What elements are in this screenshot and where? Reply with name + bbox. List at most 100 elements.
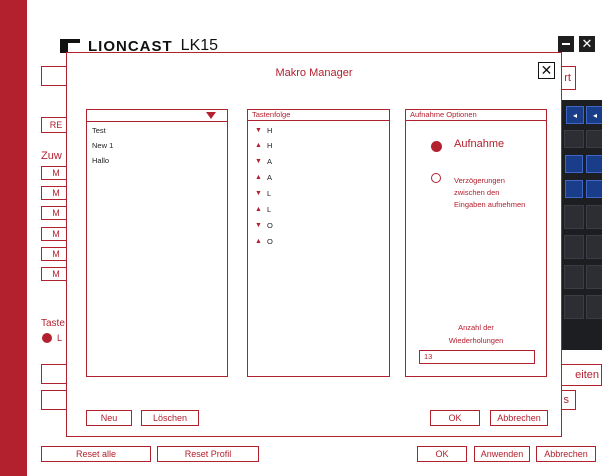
macro-list-panel: Test New 1 Hallo xyxy=(86,109,228,377)
key-icon xyxy=(586,180,602,198)
bg-macro-slot-label: M xyxy=(52,208,60,218)
key-icon xyxy=(586,265,602,289)
minimize-button[interactable] xyxy=(558,36,574,52)
repeat-label-line: Wiederholungen xyxy=(448,336,504,345)
key-icon xyxy=(586,295,602,319)
record-radio[interactable] xyxy=(431,141,442,152)
new-macro-label: Neu xyxy=(100,413,118,423)
minimize-icon xyxy=(562,43,570,45)
macro-list-item[interactable]: Test xyxy=(92,126,106,135)
key-up-icon: ▲ xyxy=(255,238,262,245)
bg-macro-slot-label: M xyxy=(52,249,60,259)
key-icon xyxy=(565,180,583,198)
sequence-key: O xyxy=(266,237,273,246)
bg-radio-label: L xyxy=(57,333,63,343)
bottom-ok-label: OK xyxy=(435,449,449,459)
key-icon xyxy=(586,205,602,229)
bg-macro-slot-label: M xyxy=(52,269,60,279)
record-options-header: Aufnahme Optionen xyxy=(406,110,546,121)
sequence-key: L xyxy=(266,205,272,214)
sequence-item[interactable]: ▲ A xyxy=(255,173,272,182)
sequence-item[interactable]: ▲ H xyxy=(255,141,272,150)
apply-label: Anwenden xyxy=(480,449,524,459)
apply-button[interactable]: Anwenden xyxy=(474,446,530,462)
sequence-item[interactable]: ▼ O xyxy=(255,221,273,230)
close-icon: ✕ xyxy=(581,36,593,51)
repeat-label-line: Anzahl der xyxy=(458,323,494,332)
dialog-title: Makro Manager xyxy=(275,67,353,79)
delete-macro-button[interactable]: Löschen xyxy=(141,410,199,426)
sequence-item[interactable]: ▲ O xyxy=(255,237,273,246)
key-icon xyxy=(564,235,584,259)
delay-radio[interactable] xyxy=(431,173,441,183)
key-icon xyxy=(564,130,584,148)
key-sequence-panel: Tastenfolge ▼ H ▲ H ▼ A ▲ A ▼ L ▲ L ▼ O ▲ O xyxy=(247,109,390,377)
reset-all-button[interactable]: Reset alle xyxy=(41,446,151,462)
keyboard-image: ◂ ◂ xyxy=(556,100,602,350)
macro-list-item[interactable]: New 1 xyxy=(92,141,113,150)
bg-macro-slot-label: M xyxy=(52,168,60,178)
macro-manager-dialog: Makro Manager ✕ Test New 1 Hallo Tastenf… xyxy=(66,52,562,437)
close-icon: ✕ xyxy=(540,62,553,78)
lioncast-logo-icon xyxy=(60,39,80,53)
dialog-close-button[interactable]: ✕ xyxy=(538,62,555,79)
key-down-icon: ▼ xyxy=(255,158,262,165)
bg-section-heading: Zuw xyxy=(41,150,62,162)
bg-macro-slot-label: M xyxy=(52,188,60,198)
bg-right-button-label: rt xyxy=(564,72,571,84)
key-icon xyxy=(564,265,584,289)
repeat-label: Anzahl der Wiederholungen xyxy=(406,321,546,347)
key-up-icon: ▲ xyxy=(255,174,262,181)
sequence-key: A xyxy=(266,157,272,166)
new-macro-button[interactable]: Neu xyxy=(86,410,132,426)
left-accent-bar xyxy=(0,0,27,476)
key-sequence-header: Tastenfolge xyxy=(248,110,389,121)
key-down-icon: ▼ xyxy=(255,127,262,134)
key-icon: ◂ xyxy=(566,106,584,124)
bg-macro-slot-label: M xyxy=(52,229,60,239)
sequence-item[interactable]: ▼ A xyxy=(255,157,272,166)
bg-record-label: RE xyxy=(49,120,63,130)
key-down-icon: ▼ xyxy=(255,190,262,197)
key-icon: ◂ xyxy=(586,106,602,124)
key-up-icon: ▲ xyxy=(255,206,262,213)
sequence-key: L xyxy=(266,189,272,198)
macro-dropdown[interactable] xyxy=(87,110,227,122)
reset-all-label: Reset alle xyxy=(75,449,117,459)
record-options-panel: Aufnahme Optionen Aufnahme Verzögerungen… xyxy=(405,109,547,377)
dialog-cancel-button[interactable]: Abbrechen xyxy=(490,410,548,426)
key-icon xyxy=(565,155,583,173)
chevron-down-icon xyxy=(206,112,216,119)
bottom-cancel-label: Abbrechen xyxy=(544,449,588,459)
delay-label-line: zwischen den xyxy=(454,188,500,197)
reset-profile-button[interactable]: Reset Profil xyxy=(157,446,259,462)
key-icon xyxy=(564,295,584,319)
key-icon xyxy=(586,235,602,259)
sequence-key: O xyxy=(266,221,273,230)
sequence-key: H xyxy=(266,126,273,135)
macro-list-item[interactable]: Hallo xyxy=(92,156,109,165)
bottom-ok-button[interactable]: OK xyxy=(417,446,467,462)
bg-radio-selected[interactable] xyxy=(42,333,52,343)
delay-label-line: Eingaben aufnehmen xyxy=(454,200,526,209)
key-icon xyxy=(564,205,584,229)
sequence-key: A xyxy=(266,173,272,182)
bg-section2-heading: Taste xyxy=(41,318,65,329)
key-icon xyxy=(586,130,602,148)
sequence-key: H xyxy=(266,141,273,150)
repeat-count-input[interactable]: 13 xyxy=(419,350,535,364)
bg-right-button-label: eiten xyxy=(575,369,599,381)
bottom-cancel-button[interactable]: Abbrechen xyxy=(536,446,596,462)
reset-profile-label: Reset Profil xyxy=(184,449,232,459)
dialog-ok-button[interactable]: OK xyxy=(430,410,480,426)
delay-label: Verzögerungen zwischen den Eingaben aufn… xyxy=(454,175,525,211)
sequence-item[interactable]: ▼ H xyxy=(255,126,272,135)
key-down-icon: ▼ xyxy=(255,222,262,229)
sequence-item[interactable]: ▲ L xyxy=(255,205,271,214)
key-up-icon: ▲ xyxy=(255,142,262,149)
record-label: Aufnahme xyxy=(454,138,505,150)
app-close-button[interactable]: ✕ xyxy=(579,36,595,52)
sequence-item[interactable]: ▼ L xyxy=(255,189,271,198)
dialog-ok-label: OK xyxy=(448,413,462,423)
delay-label-line: Verzögerungen xyxy=(454,176,505,185)
